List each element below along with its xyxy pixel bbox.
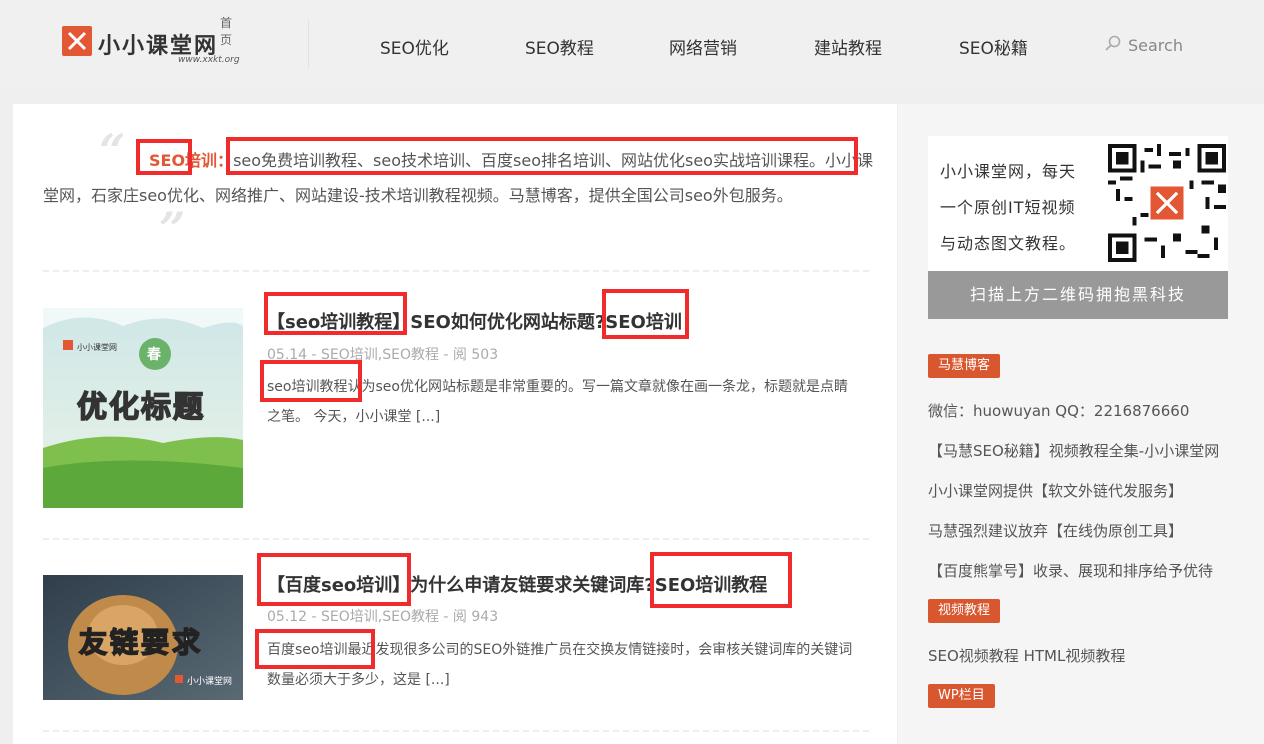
post-title-link[interactable]: 【seo培训教程】SEO如何优化网站标题?SEO培训 (267, 308, 682, 334)
thumb-logo: 小小课堂网 (77, 343, 117, 352)
thumb-caption: 友链要求 (78, 625, 204, 660)
post-excerpt: seo培训教程认为seo优化网站标题是非常重要的。写一篇文章就像在画一条龙，标题… (267, 372, 857, 432)
main-content: “ ” SEO培训：seo免费培训教程、seo技术培训、百度seo排名培训、网站… (13, 104, 897, 744)
post-item: 小小课堂网 春 优化标题 【seo培训教程】SEO如何优化网站标题?SEO培训 … (43, 290, 873, 510)
site-intro: SEO培训：seo免费培训教程、seo技术培训、百度seo排名培训、网站优化se… (43, 143, 873, 213)
sidebar-link[interactable]: 马慧强烈建议放弃【在线伪原创工具】 (928, 520, 1183, 541)
intro-separator: ： (217, 151, 234, 170)
qr-line: 小小课堂网，每天 (940, 162, 1077, 181)
video-tutorial-links[interactable]: SEO视频教程 HTML视频教程 (928, 645, 1125, 666)
search-label: Search (1128, 35, 1183, 55)
qr-line: 一个原创IT短视频 (940, 198, 1076, 217)
post-thumbnail[interactable]: 友链要求 小小课堂网 (43, 575, 243, 700)
section-badge-video: 视频教程 (928, 599, 1001, 623)
post-excerpt: 百度seo培训最近发现很多公司的SEO外链推广员在交换友情链接时，会审核关键词库… (267, 635, 857, 695)
section-badge-blog: 马慧博客 (928, 354, 1001, 378)
post-meta: 05.14 - SEO培训,SEO教程 - 阅 503 (267, 347, 499, 363)
divider (43, 538, 869, 540)
intro-highlight: SEO培训 (149, 151, 218, 170)
post-thumbnail[interactable]: 小小课堂网 春 优化标题 (43, 308, 243, 508)
search-icon (1104, 34, 1122, 56)
read-more-link[interactable]: [...] (416, 409, 440, 425)
logo-url: www.xxkt.org (178, 55, 240, 65)
sidebar-link[interactable]: 【马慧SEO秘籍】视频教程全集-小小课堂网 (928, 440, 1219, 461)
nav-item-marketing[interactable]: 网络营销 (669, 34, 737, 59)
nav-item-seo-optimization[interactable]: SEO优化 (380, 34, 449, 59)
post-excerpt-text: seo培训教程认为seo优化网站标题是非常重要的。写一篇文章就像在画一条龙，标题… (267, 379, 848, 425)
post-title-link[interactable]: 【百度seo培训】为什么申请友链要求关键词库?SEO培训教程 (267, 571, 767, 597)
site-header: 小小课堂网 首页 www.xxkt.org SEO优化 SEO教程 网络营销 建… (0, 0, 1264, 90)
contact-info: 微信：huowuyan QQ：2216876660 (928, 402, 1190, 420)
divider (43, 270, 869, 272)
thumb-caption: 优化标题 (76, 389, 205, 426)
thumb-logo: 小小课堂网 (187, 677, 233, 687)
home-link[interactable]: 首页 (220, 14, 242, 48)
thumb-badge: 春 (147, 347, 161, 363)
section-badge-wp: WP栏目 (928, 684, 995, 708)
sidebar-link[interactable]: 【百度熊掌号】收录、展现和排序给予优待 (928, 560, 1213, 581)
sidebar-link[interactable]: 小小课堂网提供【软文外链代发服务】 (928, 480, 1183, 501)
search-trigger[interactable]: Search (1104, 34, 1183, 56)
site-logo[interactable]: 小小课堂网 首页 www.xxkt.org (62, 14, 242, 70)
qr-code-icon (1108, 144, 1226, 262)
nav-item-site-building[interactable]: 建站教程 (814, 34, 882, 59)
qr-line: 与动态图文教程。 (940, 234, 1077, 253)
divider (43, 730, 869, 732)
header-divider (308, 20, 309, 68)
sidebar: 小小课堂网，每天 一个原创IT短视频 与动态图文教程。 扫描上方二维码拥抱黑科技… (898, 104, 1264, 744)
post-excerpt-text: 百度seo培训最近发现很多公司的SEO外链推广员在交换友情链接时，会审核关键词库… (267, 642, 853, 688)
logo-x-icon (62, 26, 92, 56)
nav-item-seo-secrets[interactable]: SEO秘籍 (959, 34, 1028, 59)
nav-item-seo-tutorial[interactable]: SEO教程 (525, 34, 594, 59)
read-more-link[interactable]: [...] (425, 672, 449, 688)
post-meta: 05.12 - SEO培训,SEO教程 - 阅 943 (267, 609, 499, 625)
scan-qr-banner: 扫描上方二维码拥抱黑科技 (928, 271, 1228, 319)
